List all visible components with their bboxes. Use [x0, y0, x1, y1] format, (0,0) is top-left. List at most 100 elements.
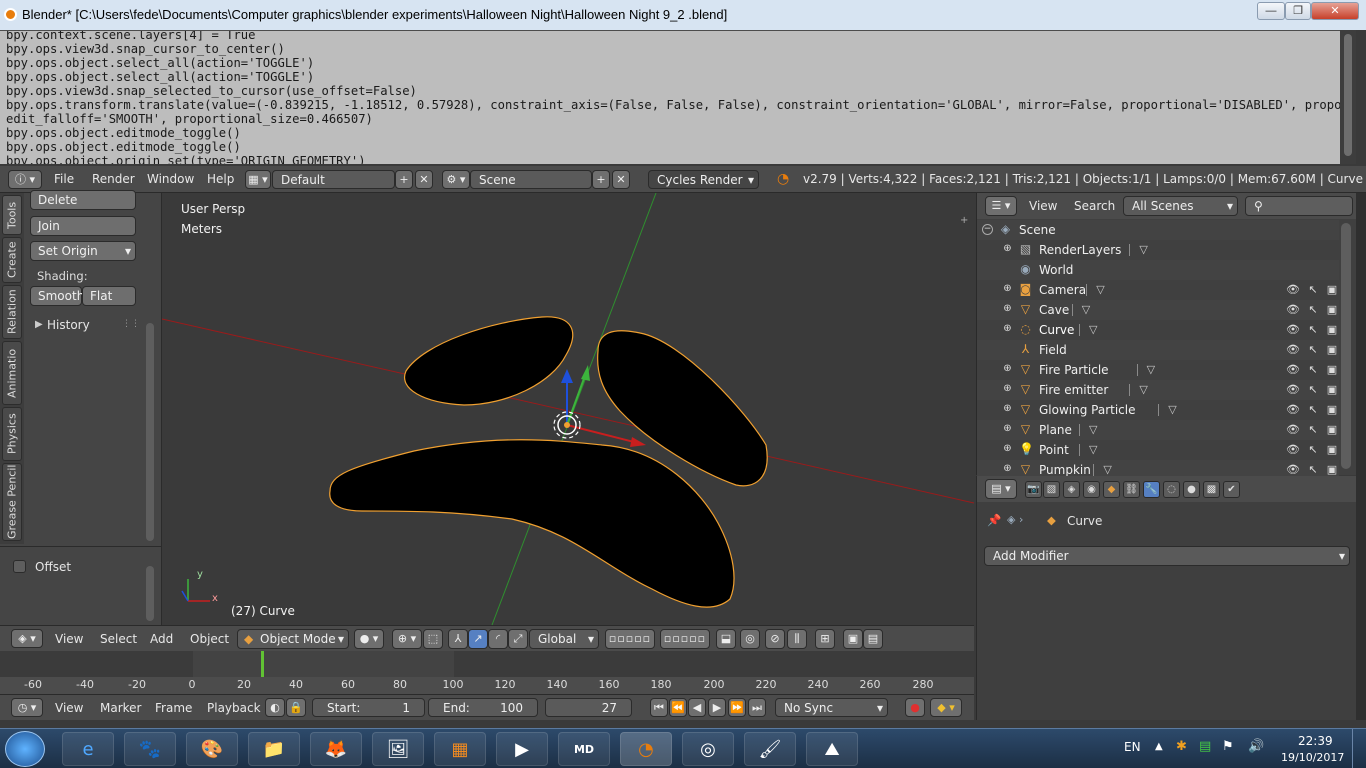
language-indicator[interactable]: EN — [1124, 740, 1141, 754]
menu-view[interactable]: View — [55, 632, 83, 646]
outliner-row-scene[interactable]: − ◈ Scene — [977, 220, 1339, 240]
menu-search[interactable]: Search — [1074, 199, 1115, 213]
jump-key-forward-icon[interactable]: ⏩ — [728, 698, 746, 717]
selectability-cursor-icon[interactable]: ↖ — [1306, 443, 1320, 456]
preview-range-icon[interactable]: ◐ — [265, 698, 285, 717]
layer-buttons-b[interactable]: ▫▫▫▫▫ — [660, 629, 710, 649]
scene-icon[interactable]: ⚙ ▾ — [442, 170, 470, 189]
delete-scene-icon[interactable]: ✕ — [612, 170, 630, 189]
render-layers-tab-icon[interactable]: ▧ — [1043, 481, 1060, 498]
snap-element-icon[interactable]: ⫼ — [787, 629, 807, 649]
inkscape-icon[interactable]: ⛰ — [806, 732, 858, 766]
expand-icon[interactable]: ⊕ — [1002, 384, 1013, 395]
object-tab-icon[interactable]: ◆ — [1103, 481, 1120, 498]
delete-button[interactable]: Delete — [30, 190, 136, 210]
auto-keying-record-icon[interactable]: ● — [905, 698, 925, 717]
current-frame-indicator[interactable] — [261, 651, 264, 677]
menu-view[interactable]: View — [55, 701, 83, 715]
outliner-row[interactable]: ⅄ Field 👁 ↖ ▣ — [977, 340, 1339, 360]
renderability-camera-icon[interactable]: ▣ — [1325, 443, 1339, 456]
renderability-camera-icon[interactable]: ▣ — [1325, 323, 1339, 336]
selectability-cursor-icon[interactable]: ↖ — [1306, 303, 1320, 316]
menu-view[interactable]: View — [1029, 199, 1057, 213]
menu-object[interactable]: Object — [190, 632, 229, 646]
rotate-manipulator-icon[interactable]: ◜ — [488, 629, 508, 649]
tab-physics[interactable]: Physics — [2, 407, 22, 461]
media-player-icon[interactable]: ▶ — [496, 732, 548, 766]
show-desktop-button[interactable] — [1352, 729, 1366, 768]
history-expand-icon[interactable]: ▶ — [35, 319, 43, 330]
expand-icon[interactable]: ⊕ — [1002, 444, 1013, 455]
restore-button[interactable]: ❐ — [1285, 2, 1311, 20]
visibility-eye-icon[interactable]: 👁 — [1286, 463, 1300, 476]
viewport-shading-icon[interactable]: ● ▾ — [354, 629, 384, 649]
menu-playback[interactable]: Playback — [207, 701, 261, 715]
renderability-camera-icon[interactable]: ▣ — [1325, 383, 1339, 396]
manipulator-toggle-icon[interactable]: ⅄ — [448, 629, 468, 649]
selectability-cursor-icon[interactable]: ↖ — [1306, 363, 1320, 376]
jump-end-icon[interactable]: ⏭ — [748, 698, 766, 717]
photo-viewer-icon[interactable]: 🖼 — [372, 732, 424, 766]
visibility-eye-icon[interactable]: 👁 — [1286, 383, 1300, 396]
md-app-icon[interactable]: MD — [558, 732, 610, 766]
selectability-cursor-icon[interactable]: ↖ — [1306, 423, 1320, 436]
display-mode-dropdown[interactable]: All Scenes ▾ — [1123, 196, 1238, 216]
transform-orientation-dropdown[interactable]: Global ▾ — [529, 629, 599, 649]
outliner-row[interactable]: ⊕ ▽ Fire Particle ▽ 👁 ↖ ▣ — [977, 360, 1339, 380]
render-tab-icon[interactable]: 📷 — [1025, 481, 1042, 498]
selectability-cursor-icon[interactable]: ↖ — [1306, 323, 1320, 336]
lock-layers-icon[interactable]: ⬓ — [716, 629, 736, 649]
renderability-camera-icon[interactable]: ▣ — [1325, 423, 1339, 436]
screen-layout-icon[interactable]: ▦ ▾ — [245, 170, 271, 189]
translate-manipulator-icon[interactable]: ↗ — [468, 629, 488, 649]
selectability-cursor-icon[interactable]: ↖ — [1306, 463, 1320, 476]
expand-icon[interactable]: ⊕ — [1002, 324, 1013, 335]
mode-dropdown[interactable]: ◆ Object Mode ▾ — [237, 629, 349, 649]
add-screen-icon[interactable]: + — [395, 170, 413, 189]
world-tab-icon[interactable]: ◉ — [1083, 481, 1100, 498]
expand-icon[interactable]: ⊕ — [1002, 424, 1013, 435]
renderability-camera-icon[interactable]: ▣ — [1325, 303, 1339, 316]
history-panel-header[interactable]: History — [47, 318, 90, 332]
tray-app-icon[interactable]: ▤ — [1199, 739, 1211, 754]
console-scrollbar[interactable] — [1340, 30, 1356, 164]
manipulate-center-icon[interactable]: ⬚ — [423, 629, 443, 649]
visibility-eye-icon[interactable]: 👁 — [1286, 403, 1300, 416]
outliner-search-input[interactable]: ⚲ — [1245, 196, 1353, 216]
outliner-row[interactable]: ⊕ 💡 Point ▽ 👁 ↖ ▣ — [977, 440, 1339, 460]
current-frame-field[interactable]: 27 — [545, 698, 632, 717]
delete-screen-icon[interactable]: ✕ — [415, 170, 433, 189]
jump-key-back-icon[interactable]: ⏪ — [669, 698, 687, 717]
menu-help[interactable]: Help — [207, 172, 234, 186]
outliner[interactable]: ☰ ▾ View Search All Scenes ▾ ⚲ − ◈ Scene … — [976, 193, 1357, 480]
set-origin-dropdown[interactable]: Set Origin ▾ — [30, 241, 136, 261]
outliner-row[interactable]: ⊕ ▽ Glowing Particle ▽ 👁 ↖ ▣ — [977, 400, 1339, 420]
internet-explorer-icon[interactable]: e — [62, 732, 114, 766]
outliner-row[interactable]: ⊕ ▽ Cave ▽ 👁 ↖ ▣ — [977, 300, 1339, 320]
outliner-row[interactable]: ⊕ ◙ Camera ▽ 👁 ↖ ▣ — [977, 280, 1339, 300]
menu-add[interactable]: Add — [150, 632, 173, 646]
editor-type-3d-icon[interactable]: ◈ ▾ — [11, 629, 43, 648]
blender-taskbar-icon[interactable]: ◔ — [620, 732, 672, 766]
properties-editor[interactable]: ▤ ▾ 📷 ▧ ◈ ◉ ◆ ⛓ 🔧 ◌ ● ▩ ✔ 📌 ◈ › ◆ Curve … — [976, 476, 1357, 720]
start-frame-field[interactable]: Start: 1 — [312, 698, 425, 717]
close-button[interactable]: ✕ — [1311, 2, 1359, 20]
action-center-icon[interactable]: ⚑ — [1222, 739, 1234, 754]
constraints-tab-icon[interactable]: ⛓ — [1123, 481, 1140, 498]
tab-relation[interactable]: Relation — [2, 285, 22, 339]
outliner-row[interactable]: ⊕ ▧ RenderLayers ▽ — [977, 240, 1339, 260]
lock-range-icon[interactable]: 🔒 — [286, 698, 306, 717]
collapse-icon[interactable]: − — [982, 224, 993, 235]
outliner-row[interactable]: ⊕ ◌ Curve ▽ 👁 ↖ ▣ — [977, 320, 1339, 340]
shade-smooth-button[interactable]: Smooth — [30, 286, 84, 306]
selectability-cursor-icon[interactable]: ↖ — [1306, 283, 1320, 296]
paint-icon[interactable]: 🎨 — [186, 732, 238, 766]
editor-type-info-icon[interactable]: ⓘ ▾ — [8, 170, 42, 189]
menu-marker[interactable]: Marker — [100, 701, 141, 715]
add-scene-icon[interactable]: + — [592, 170, 610, 189]
snap-target-icon[interactable]: ⊞ — [815, 629, 835, 649]
add-modifier-dropdown[interactable]: Add Modifier ▾ — [984, 546, 1350, 566]
visibility-eye-icon[interactable]: 👁 — [1286, 443, 1300, 456]
shade-flat-button[interactable]: Flat — [82, 286, 136, 306]
screen-layout-field[interactable]: Default — [272, 170, 395, 189]
